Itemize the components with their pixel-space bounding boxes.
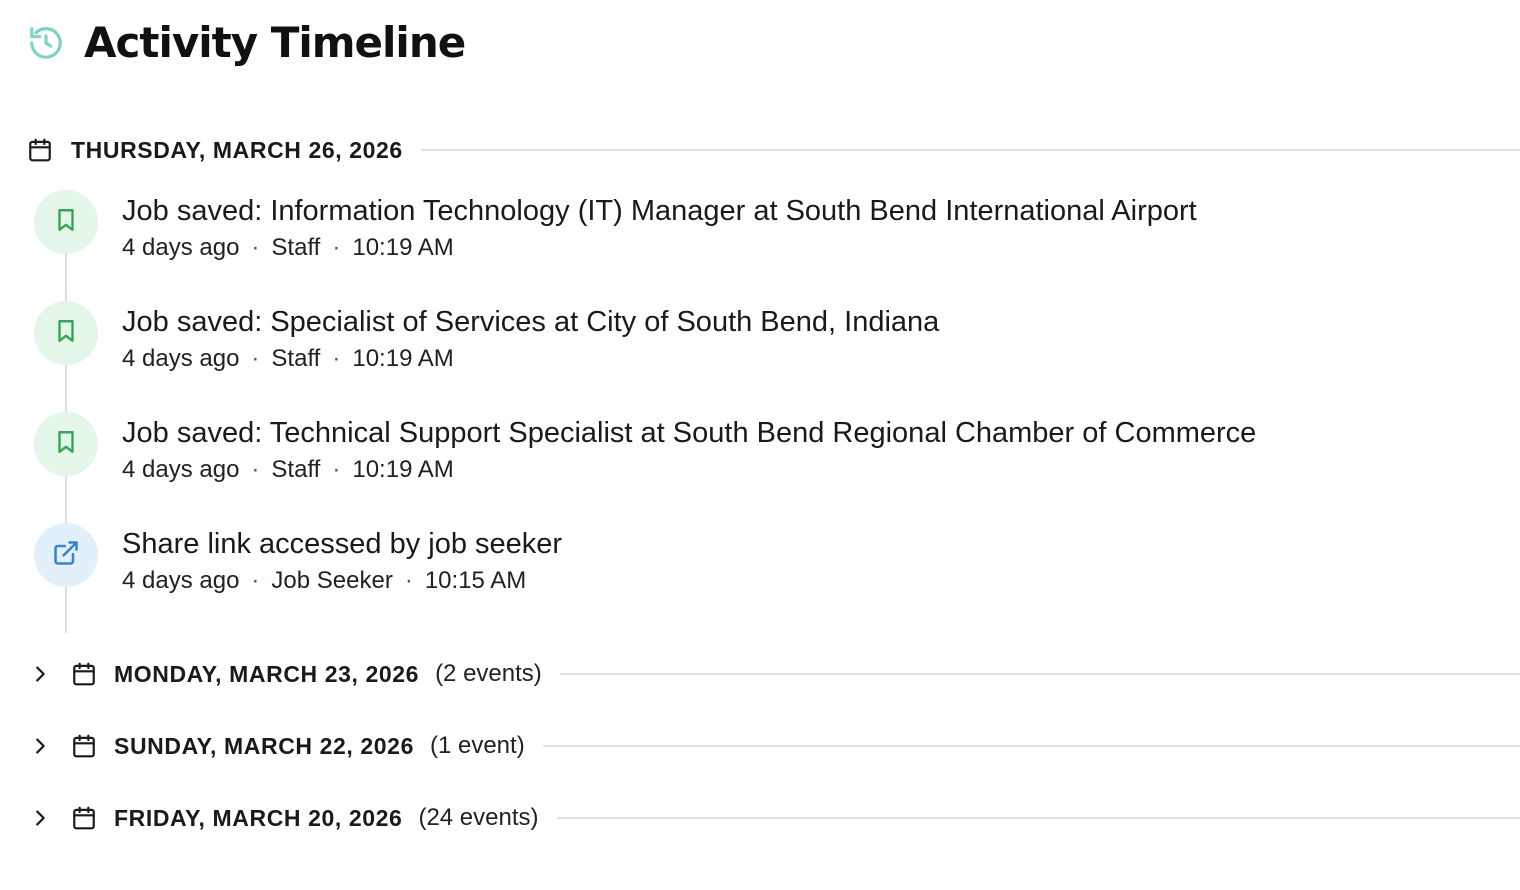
event-relative-time: 4 days ago: [122, 567, 240, 594]
external-link-icon: [52, 539, 80, 572]
separator: ·: [251, 567, 260, 594]
event-time: 10:19 AM: [352, 456, 454, 483]
event-icon-badge: [34, 412, 98, 476]
event-relative-time: 4 days ago: [122, 456, 240, 483]
divider: [556, 817, 1520, 819]
event-relative-time: 4 days ago: [122, 234, 240, 261]
event-time: 10:19 AM: [352, 234, 454, 261]
event-time: 10:15 AM: [424, 567, 527, 594]
event-meta: 4 days ago · Staff · 10:19 AM: [122, 344, 939, 374]
separator: ·: [332, 456, 341, 483]
day-group-collapsed[interactable]: SUNDAY, MARCH 22, 2026 (1 event): [26, 728, 1520, 764]
day-header-expanded: THURSDAY, MARCH 26, 2026: [26, 134, 1520, 166]
event-actor: Staff: [271, 234, 321, 261]
event-time: 10:19 AM: [352, 345, 454, 372]
event-icon-badge: [34, 301, 98, 365]
bookmark-icon: [53, 207, 79, 238]
event-icon-badge: [34, 190, 98, 254]
activity-timeline-page: Activity Timeline THURSDAY, MARCH 26, 20…: [0, 0, 1520, 890]
timeline-event[interactable]: Job saved: Specialist of Services at Cit…: [34, 301, 1474, 412]
event-timeline: Job saved: Information Technology (IT) M…: [34, 190, 1474, 634]
page-header: Activity Timeline: [26, 18, 466, 67]
day-date-label: THURSDAY, MARCH 26, 2026: [71, 136, 403, 163]
timeline-event[interactable]: Job saved: Information Technology (IT) M…: [34, 190, 1474, 301]
calendar-icon: [70, 732, 98, 760]
bookmark-icon: [53, 429, 79, 460]
event-actor: Staff: [271, 345, 321, 372]
separator: ·: [251, 234, 260, 261]
event-title: Share link accessed by job seeker: [122, 528, 563, 560]
event-title: Job saved: Technical Support Specialist …: [122, 417, 1257, 449]
event-title: Job saved: Specialist of Services at Cit…: [122, 306, 940, 338]
separator: ·: [404, 567, 413, 594]
event-actor: Staff: [271, 456, 321, 483]
separator: ·: [251, 456, 260, 483]
day-date-label: MONDAY, MARCH 23, 2026: [114, 660, 420, 687]
day-group-collapsed[interactable]: MONDAY, MARCH 23, 2026 (2 events): [26, 656, 1520, 692]
event-title: Job saved: Information Technology (IT) M…: [122, 195, 1197, 227]
calendar-icon: [26, 136, 54, 164]
bookmark-icon: [53, 318, 79, 349]
divider: [559, 673, 1520, 675]
timeline-event[interactable]: Share link accessed by job seeker 4 days…: [34, 523, 1474, 634]
divider: [420, 149, 1520, 151]
separator: ·: [251, 345, 260, 372]
separator: ·: [332, 345, 341, 372]
calendar-icon: [70, 804, 98, 832]
event-count: (2 events): [435, 660, 542, 687]
separator: ·: [332, 234, 341, 261]
chevron-right-icon[interactable]: [26, 804, 54, 832]
event-actor: Job Seeker: [271, 567, 393, 594]
chevron-right-icon[interactable]: [26, 660, 54, 688]
event-icon-badge: [34, 523, 98, 587]
timeline-event[interactable]: Job saved: Technical Support Specialist …: [34, 412, 1474, 523]
event-meta: 4 days ago · Staff · 10:19 AM: [122, 233, 1197, 263]
event-meta: 4 days ago · Job Seeker · 10:15 AM: [122, 566, 562, 596]
calendar-icon: [70, 660, 98, 688]
day-date-label: FRIDAY, MARCH 20, 2026: [114, 804, 403, 831]
chevron-right-icon[interactable]: [26, 732, 54, 760]
divider: [542, 745, 1520, 747]
day-group-collapsed[interactable]: FRIDAY, MARCH 20, 2026 (24 events): [26, 800, 1520, 836]
day-date-label: SUNDAY, MARCH 22, 2026: [114, 732, 414, 759]
event-relative-time: 4 days ago: [122, 345, 240, 372]
page-title: Activity Timeline: [84, 18, 466, 67]
event-count: (24 events): [418, 804, 539, 831]
event-meta: 4 days ago · Staff · 10:19 AM: [122, 455, 1256, 485]
event-count: (1 event): [429, 732, 525, 759]
history-icon: [26, 23, 66, 63]
